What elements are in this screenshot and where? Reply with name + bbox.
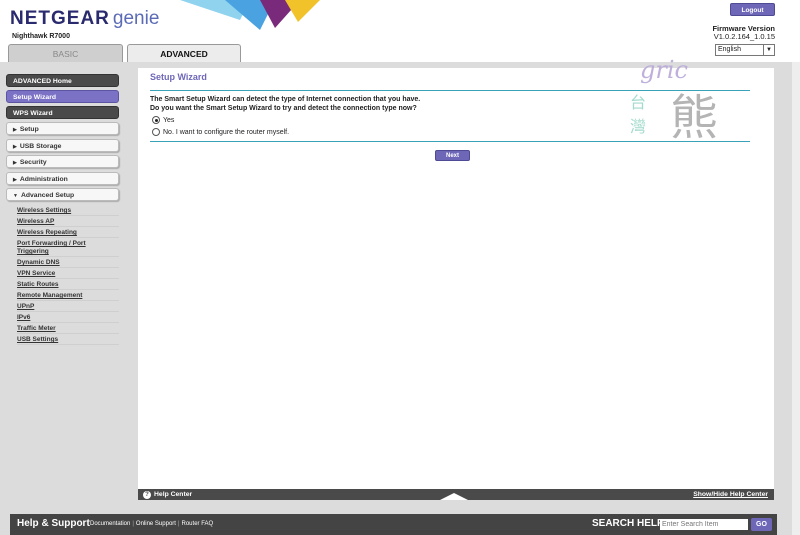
submenu-wireless-repeating[interactable]: Wireless Repeating (17, 228, 119, 238)
submenu-vpn-service[interactable]: VPN Service (17, 269, 119, 279)
netgear-logo: NETGEAR genie (10, 8, 159, 30)
option-yes-row[interactable]: Yes (152, 116, 174, 124)
next-button[interactable]: Next (435, 150, 470, 161)
submenu-traffic-meter[interactable]: Traffic Meter (17, 324, 119, 334)
question-line-2: Do you want the Smart Setup Wizard to tr… (150, 105, 417, 112)
sidebar-item-administration[interactable]: ▶ Administration (6, 172, 119, 185)
footer-links: Documentation | Online Support | Router FAQ (90, 521, 213, 527)
question-line-1: The Smart Setup Wizard can detect the ty… (150, 96, 421, 103)
logout-button[interactable]: Logout (730, 3, 775, 16)
search-input[interactable] (660, 519, 748, 530)
sidebar: ADVANCED Home Setup Wizard WPS Wizard ▶ S… (0, 62, 130, 512)
submenu-wireless-settings[interactable]: Wireless Settings (17, 206, 119, 216)
caret-down-icon: ▼ (13, 193, 18, 199)
submenu-upnp[interactable]: UPnP (17, 302, 119, 312)
main-panel: Setup Wizard The Smart Setup Wizard can … (138, 56, 774, 500)
watermark-cjk-2: 灣 (630, 117, 646, 136)
submenu-port-triggering[interactable]: Triggering (17, 247, 119, 257)
watermark-logo: gric 台 灣 熊 (630, 56, 718, 146)
sidebar-item-label: Setup (19, 126, 39, 133)
show-hide-help-center[interactable]: Show/Hide Help Center (693, 489, 768, 500)
genie-name: genie (112, 8, 160, 29)
decorative-triangles-icon (180, 0, 320, 30)
footer: Help & Support Documentation | Online Supp… (10, 514, 777, 535)
submenu-dynamic-dns[interactable]: Dynamic DNS (17, 258, 119, 268)
watermark-cjk-3: 熊 (670, 90, 718, 146)
help-center-bar: ? Help Center Show/Hide Help Center (138, 489, 774, 500)
caret-right-icon: ▶ (13, 177, 17, 183)
link-separator: | (177, 521, 180, 527)
brand-name: NETGEAR (10, 8, 110, 29)
caret-right-icon: ▶ (13, 160, 17, 166)
watermark-cjk-1: 台 (630, 93, 646, 112)
sidebar-item-setup[interactable]: ▶ Setup (6, 122, 119, 135)
sidebar-item-label: Security (19, 159, 47, 166)
online-support-link[interactable]: Online Support (136, 521, 176, 527)
sidebar-item-label: USB Storage (19, 143, 62, 150)
sidebar-item-wps-wizard[interactable]: WPS Wizard (6, 106, 119, 119)
sidebar-item-advanced-home[interactable]: ADVANCED Home (6, 74, 119, 87)
tab-advanced[interactable]: ADVANCED (127, 44, 241, 62)
page-title: Setup Wizard (150, 72, 207, 82)
option-no-label: No. I want to configure the router mysel… (163, 128, 290, 136)
sidebar-item-usb-storage[interactable]: ▶ USB Storage (6, 139, 119, 152)
caret-right-icon: ▶ (13, 127, 17, 133)
sidebar-item-security[interactable]: ▶ Security (6, 155, 119, 168)
router-faq-link[interactable]: Router FAQ (182, 521, 214, 527)
chevron-down-icon[interactable]: ▼ (763, 45, 774, 55)
submenu-ipv6[interactable]: IPv6 (17, 313, 119, 323)
tab-basic[interactable]: BASIC (8, 44, 123, 62)
documentation-link[interactable]: Documentation (90, 521, 130, 527)
submenu-static-routes[interactable]: Static Routes (17, 280, 119, 290)
submenu-usb-settings[interactable]: USB Settings (17, 335, 119, 345)
option-no-row[interactable]: No. I want to configure the router mysel… (152, 128, 289, 136)
scrollbar[interactable] (792, 62, 800, 535)
radio-no[interactable] (152, 128, 160, 136)
link-separator: | (132, 521, 134, 527)
sidebar-item-label: Administration (19, 176, 68, 183)
help-support-title: Help & Support (17, 518, 90, 529)
search-help-label: SEARCH HELP (592, 518, 664, 529)
help-center-link[interactable]: ? Help Center (143, 489, 192, 500)
router-model: Nighthawk R7000 (12, 33, 70, 40)
go-button[interactable]: GO (751, 518, 772, 531)
caret-right-icon: ▶ (13, 144, 17, 150)
firmware-version: V1.0.2.164_1.0.15 (713, 32, 775, 41)
submenu-remote-management[interactable]: Remote Management (17, 291, 119, 301)
watermark-script: gric (640, 56, 688, 84)
language-value: English (718, 46, 741, 53)
help-center-label: Help Center (154, 491, 193, 498)
header: NETGEAR genie Nighthawk R7000 Logout Firm… (0, 0, 800, 62)
sidebar-item-setup-wizard[interactable]: Setup Wizard (6, 90, 119, 103)
sidebar-item-label: Advanced Setup (20, 192, 75, 199)
language-select[interactable]: English ▼ (715, 44, 775, 56)
help-question-icon: ? (143, 490, 151, 499)
sidebar-item-advanced-setup[interactable]: ▼ Advanced Setup (6, 188, 119, 201)
submenu-wireless-ap[interactable]: Wireless AP (17, 217, 119, 227)
option-yes-label: Yes (163, 116, 175, 124)
radio-yes[interactable] (152, 116, 160, 124)
expand-caret-icon[interactable] (440, 493, 468, 500)
